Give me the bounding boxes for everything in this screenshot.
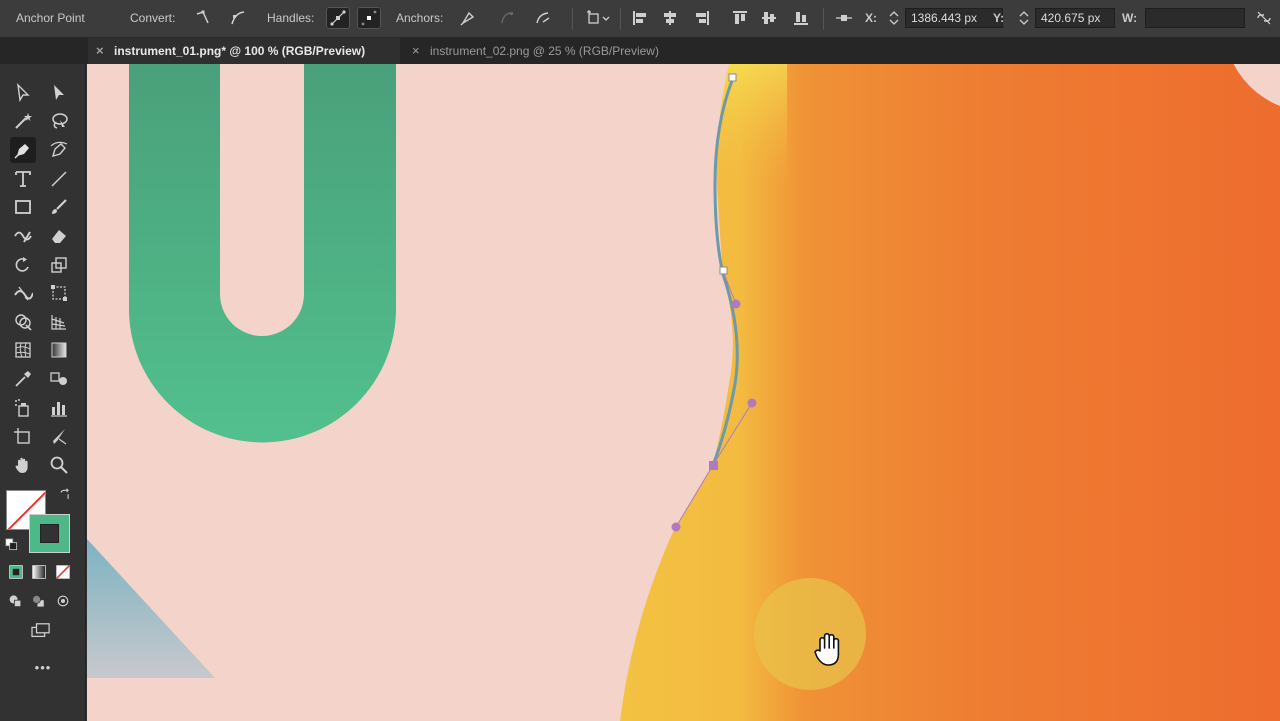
- y-coordinate-field[interactable]: 420.675 px: [1035, 8, 1115, 28]
- convert-to-corner-icon[interactable]: [191, 7, 215, 29]
- align-middle-icon[interactable]: [757, 7, 781, 29]
- x-coordinate-field[interactable]: 1386.443 px: [905, 8, 1003, 28]
- artwork: [87, 64, 1280, 721]
- green-u-shape: [129, 64, 396, 443]
- artboard-canvas[interactable]: [87, 64, 1280, 721]
- perspective-grid-icon[interactable]: [46, 309, 72, 335]
- reference-point-icon[interactable]: [832, 7, 856, 29]
- tab-label: instrument_02.png @ 25 % (RGB/Preview): [430, 44, 659, 58]
- align-bottom-icon[interactable]: [789, 7, 813, 29]
- rotate-icon[interactable]: [10, 252, 36, 278]
- anchor-point: [728, 73, 737, 82]
- y-label: Y:: [993, 11, 1005, 25]
- width-icon[interactable]: [10, 280, 36, 306]
- draw-normal-icon[interactable]: [5, 590, 27, 612]
- eraser-icon[interactable]: [46, 223, 72, 249]
- handle-point: [731, 299, 741, 309]
- anchors-label: Anchors:: [396, 11, 444, 25]
- width-field: [1145, 8, 1245, 28]
- remove-anchor-icon[interactable]: [456, 7, 480, 29]
- scale-icon[interactable]: [46, 252, 72, 278]
- zoom-icon[interactable]: [46, 452, 72, 478]
- artboard-icon[interactable]: [10, 424, 36, 450]
- x-label: X:: [865, 11, 877, 25]
- draw-behind-icon[interactable]: [28, 590, 50, 612]
- lasso-icon[interactable]: [46, 108, 72, 134]
- tab-label: instrument_01.png* @ 100 % (RGB/Preview): [114, 44, 366, 58]
- show-handles-icon[interactable]: [326, 7, 350, 29]
- slice-icon[interactable]: [46, 424, 72, 450]
- convert-label: Convert:: [130, 11, 176, 25]
- column-graph-icon[interactable]: [46, 395, 72, 421]
- gradient-icon[interactable]: [46, 337, 72, 363]
- default-fill-stroke-icon[interactable]: [3, 536, 21, 554]
- paintbrush-icon[interactable]: [46, 194, 72, 220]
- rectangle-icon[interactable]: [10, 194, 36, 220]
- x-stepper-icon[interactable]: [887, 8, 901, 28]
- line-segment-icon[interactable]: [46, 166, 72, 192]
- connect-anchors-icon: [495, 7, 519, 29]
- tab-instrument-02[interactable]: × instrument_02.png @ 25 % (RGB/Preview): [404, 38, 704, 64]
- type-icon[interactable]: [10, 166, 36, 192]
- swap-fill-stroke-icon[interactable]: [56, 486, 74, 504]
- control-bar: Anchor Point Convert: Handles: Anchors: …: [0, 0, 1280, 38]
- tool-name-label: Anchor Point: [16, 11, 85, 25]
- tab-instrument-01[interactable]: × instrument_01.png* @ 100 % (RGB/Previe…: [88, 38, 400, 64]
- direct-selection-tool-icon[interactable]: [46, 80, 72, 106]
- stroke-swatch[interactable]: [29, 514, 70, 553]
- pen-icon[interactable]: [10, 137, 36, 163]
- hide-handles-icon[interactable]: [357, 7, 381, 29]
- curvature-icon[interactable]: [46, 137, 72, 163]
- w-label: W:: [1122, 11, 1138, 25]
- align-left-icon[interactable]: [628, 7, 652, 29]
- convert-to-smooth-icon[interactable]: [226, 7, 250, 29]
- gradient-mode-icon[interactable]: [28, 561, 50, 583]
- draw-inside-icon[interactable]: [52, 590, 74, 612]
- hand-cursor-icon: [814, 632, 840, 666]
- blend-icon[interactable]: [46, 366, 72, 392]
- align-center-icon[interactable]: [658, 7, 682, 29]
- document-tab-bar: × instrument_01.png* @ 100 % (RGB/Previe…: [0, 38, 1280, 64]
- shape-builder-icon[interactable]: [10, 309, 36, 335]
- tools-panel: •••: [0, 64, 86, 721]
- anchor-point: [719, 266, 728, 275]
- handle-point: [671, 522, 681, 532]
- y-stepper-icon[interactable]: [1017, 8, 1031, 28]
- cut-path-icon[interactable]: [531, 7, 555, 29]
- eyedropper-icon[interactable]: [10, 366, 36, 392]
- free-transform-icon[interactable]: [46, 280, 72, 306]
- magic-wand-icon[interactable]: [10, 108, 36, 134]
- anchor-point-selected: [709, 461, 718, 470]
- align-top-icon[interactable]: [728, 7, 752, 29]
- constrain-proportions-icon[interactable]: [1252, 7, 1276, 29]
- handles-label: Handles:: [267, 11, 315, 25]
- shaper-icon[interactable]: [10, 223, 36, 249]
- hand-icon[interactable]: [10, 452, 36, 478]
- symbol-sprayer-icon[interactable]: [10, 395, 36, 421]
- isolate-object-icon[interactable]: [584, 7, 614, 29]
- edit-toolbar-icon[interactable]: •••: [0, 660, 86, 675]
- close-icon[interactable]: ×: [96, 38, 104, 64]
- triangle-shape: [87, 539, 215, 678]
- none-mode-icon[interactable]: [52, 561, 74, 583]
- close-icon[interactable]: ×: [412, 38, 420, 64]
- align-right-icon[interactable]: [690, 7, 714, 29]
- mesh-icon[interactable]: [10, 337, 36, 363]
- selection-tool-icon[interactable]: [10, 80, 36, 106]
- screen-mode-icon[interactable]: [26, 619, 56, 643]
- handle-point: [747, 398, 757, 408]
- color-mode-icon[interactable]: [5, 561, 27, 583]
